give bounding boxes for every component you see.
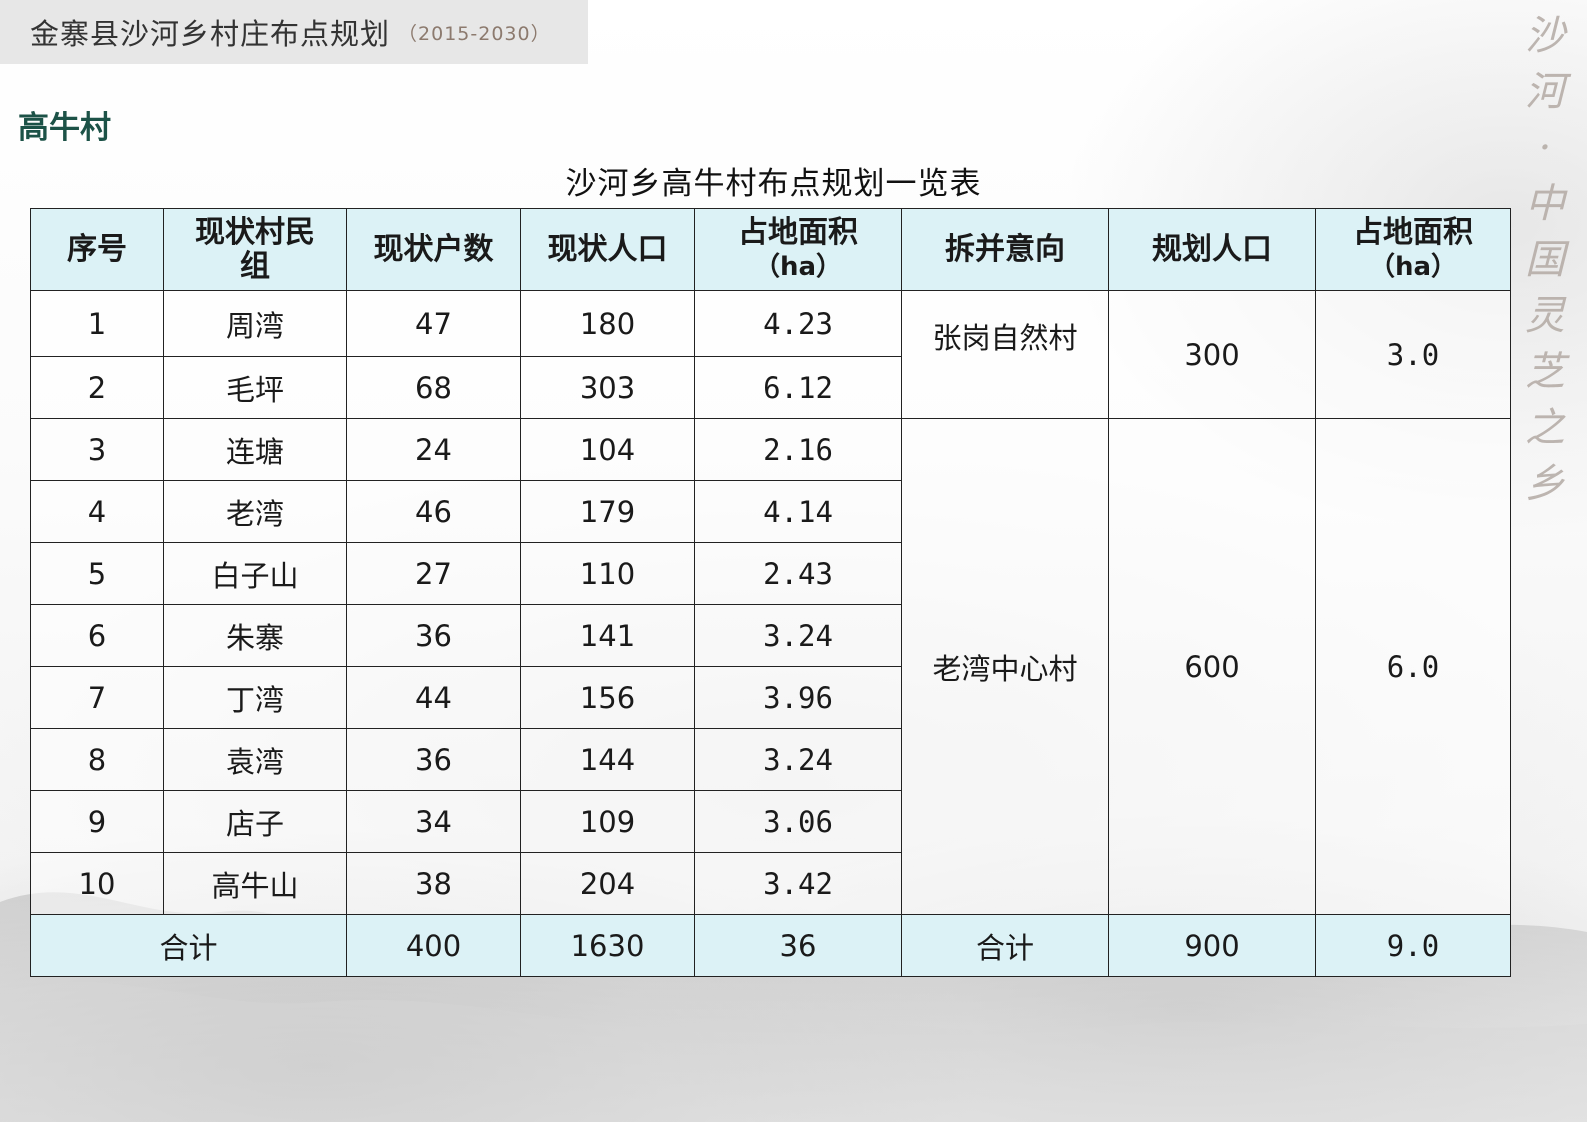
cell-group: 白子山 [163, 542, 347, 605]
cell-area: 3.24 [694, 604, 902, 667]
table-row: 3 连塘 24 104 2.16 老湾中心村 600 6.0 [30, 418, 1511, 915]
cell-area: 2.43 [694, 542, 902, 605]
total-population: 1630 [520, 914, 695, 977]
table-caption: 沙河乡高牛村布点规划一览表 [565, 166, 982, 202]
header-group-line1: 现状村民 [195, 214, 315, 250]
cell-population: 109 [520, 790, 695, 853]
total-area: 36 [694, 914, 902, 977]
table-row: 1 周湾 47 180 4.23 张岗自然村 300 3.0 [30, 290, 1511, 419]
cell-households: 27 [346, 542, 521, 605]
cell-seq: 10 [30, 852, 164, 915]
slogan-char: 芝 [1525, 349, 1565, 395]
cell-seq: 9 [30, 790, 164, 853]
village-plan-table: 序号 现状村民 组 现状户数 现状人口 占地面积 （ha） 拆并意向 规划人口 … [30, 208, 1511, 977]
cell-households: 44 [346, 666, 521, 729]
cell-merge-zhanggang: 张岗自然村 [901, 290, 1109, 419]
cell-households: 47 [346, 290, 521, 357]
slogan-char: 沙 [1525, 13, 1565, 59]
slogan-char: 河 [1525, 69, 1565, 115]
cell-population: 156 [520, 666, 695, 729]
header-households: 现状户数 [346, 208, 521, 291]
section-title: 高牛村 [18, 110, 111, 146]
cell-area: 3.96 [694, 666, 902, 729]
header-plan-pop: 规划人口 [1108, 208, 1316, 291]
header-years: （2015-2030） [398, 22, 551, 45]
total-merge-label: 合计 [901, 914, 1109, 977]
total-label: 合计 [30, 914, 347, 977]
cell-plan-area-zhanggang: 3.0 [1315, 290, 1511, 419]
cell-population: 141 [520, 604, 695, 667]
cell-population: 303 [520, 356, 695, 419]
cell-seq: 1 [30, 290, 164, 357]
total-plan-pop: 900 [1108, 914, 1316, 977]
slogan-char: 灵 [1525, 293, 1565, 339]
cell-group: 朱寨 [163, 604, 347, 667]
cell-area: 2.16 [694, 418, 902, 481]
table-total-row: 合计 400 1630 36 合计 900 9.0 [30, 914, 1511, 977]
cell-seq: 4 [30, 480, 164, 543]
cell-seq: 2 [30, 356, 164, 419]
cell-population: 104 [520, 418, 695, 481]
cell-seq: 3 [30, 418, 164, 481]
cell-population: 180 [520, 290, 695, 357]
cell-plan-pop-laowan: 600 [1108, 418, 1316, 915]
header-group-line2: 组 [240, 248, 270, 284]
header-area-line2: （ha） [753, 251, 843, 282]
cell-group: 连塘 [163, 418, 347, 481]
cell-seq: 5 [30, 542, 164, 605]
header-seq: 序号 [30, 208, 164, 291]
cell-seq: 7 [30, 666, 164, 729]
cell-group: 毛坪 [163, 356, 347, 419]
cell-households: 36 [346, 604, 521, 667]
cell-area: 4.23 [694, 290, 902, 357]
header-population: 现状人口 [520, 208, 695, 291]
header-plan-area-line2: （ha） [1368, 251, 1458, 282]
cell-households: 68 [346, 356, 521, 419]
table-header-row: 序号 现状村民 组 现状户数 现状人口 占地面积 （ha） 拆并意向 规划人口 … [30, 208, 1511, 291]
cell-group: 袁湾 [163, 728, 347, 791]
cell-area: 3.42 [694, 852, 902, 915]
cell-population: 204 [520, 852, 695, 915]
header-area-line1: 占地面积 [738, 214, 858, 250]
slogan-char: 国 [1525, 237, 1565, 283]
cell-plan-area-laowan: 6.0 [1315, 418, 1511, 915]
cell-households: 46 [346, 480, 521, 543]
cell-group: 店子 [163, 790, 347, 853]
cell-households: 38 [346, 852, 521, 915]
cell-seq: 6 [30, 604, 164, 667]
total-households: 400 [346, 914, 521, 977]
cell-plan-pop-zhanggang: 300 [1108, 290, 1316, 419]
cell-seq: 8 [30, 728, 164, 791]
cell-group: 丁湾 [163, 666, 347, 729]
cell-area: 6.12 [694, 356, 902, 419]
cell-group: 高牛山 [163, 852, 347, 915]
cell-area: 4.14 [694, 480, 902, 543]
header-group: 现状村民 组 [163, 208, 347, 291]
total-plan-area: 9.0 [1315, 914, 1511, 977]
header-title: 金寨县沙河乡村庄布点规划 [30, 17, 391, 51]
header-plan-area: 占地面积 （ha） [1315, 208, 1511, 291]
cell-households: 36 [346, 728, 521, 791]
header-bar: 金寨县沙河乡村庄布点规划 （2015-2030） [0, 0, 588, 64]
cell-population: 110 [520, 542, 695, 605]
cell-group: 周湾 [163, 290, 347, 357]
cell-population: 179 [520, 480, 695, 543]
header-merge: 拆并意向 [901, 208, 1109, 291]
cell-group: 老湾 [163, 480, 347, 543]
vertical-slogan: 沙 河 · 中 国 灵 芝 之 乡 [1510, 8, 1580, 507]
slogan-char: 之 [1525, 405, 1565, 451]
slogan-char: 乡 [1525, 461, 1565, 507]
header-plan-area-line1: 占地面积 [1353, 214, 1473, 250]
cell-area: 3.24 [694, 728, 902, 791]
cell-households: 34 [346, 790, 521, 853]
cell-households: 24 [346, 418, 521, 481]
cell-area: 3.06 [694, 790, 902, 853]
header-area: 占地面积 （ha） [694, 208, 902, 291]
cell-population: 144 [520, 728, 695, 791]
cell-merge-laowan: 老湾中心村 [901, 418, 1109, 915]
